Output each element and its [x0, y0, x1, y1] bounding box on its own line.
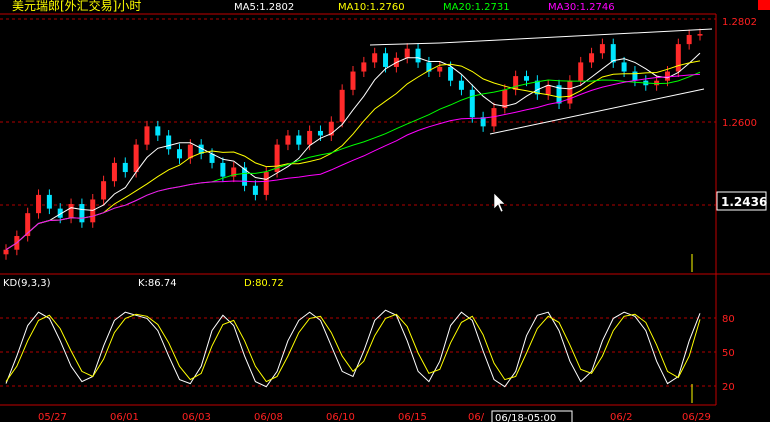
- candle-body: [621, 62, 627, 72]
- kd-k-value: K:86.74: [138, 278, 177, 289]
- candle-body: [361, 62, 367, 72]
- candle-body: [458, 80, 464, 90]
- date-label-0603: 06/03: [182, 412, 211, 422]
- candle-body: [632, 71, 638, 81]
- trendline-upper-2: [439, 28, 713, 44]
- candle-body: [697, 34, 703, 36]
- candle-body: [383, 53, 389, 67]
- price-tick-top: 1.2802: [722, 17, 757, 28]
- candle-body: [578, 62, 584, 81]
- candle-body: [513, 76, 519, 90]
- candle-body: [285, 135, 291, 145]
- candle-body: [404, 48, 410, 58]
- candle-body: [469, 89, 475, 118]
- kd-tick-80: 80: [722, 314, 735, 325]
- candle-body: [654, 80, 660, 86]
- candle-body: [437, 66, 443, 72]
- date-label-0610: 06/10: [326, 412, 355, 422]
- candle-body: [111, 162, 117, 182]
- date-label-0601: 06/01: [110, 412, 139, 422]
- candle-body: [567, 80, 573, 104]
- ma30-line: [5, 73, 701, 251]
- candle-body: [252, 185, 258, 195]
- candle-body: [166, 135, 172, 150]
- date-label-0615: 06/15: [398, 412, 427, 422]
- candle-body: [317, 130, 323, 136]
- date-label-0608: 06/08: [254, 412, 283, 422]
- mouse-cursor-icon: [493, 192, 506, 213]
- trendline-lower: [489, 88, 705, 135]
- date-label-062-partial: 06/2: [610, 412, 632, 422]
- candle-body: [610, 44, 616, 63]
- candle-body: [68, 204, 74, 218]
- candle-body: [350, 71, 356, 90]
- kd-indicator-name: KD(9,3,3): [3, 278, 51, 289]
- date-label-0629: 06/29: [682, 412, 711, 422]
- candle-body: [220, 162, 226, 177]
- candle-body: [46, 194, 52, 209]
- ma20-value: MA20:1.2731: [443, 2, 510, 13]
- chart-canvas: 美元瑞郎[外汇交易]小时 MA5:1.2802 MA10:1.2760 MA20…: [0, 0, 770, 422]
- candle-body: [448, 66, 454, 81]
- candle-body: [144, 126, 150, 145]
- candle-body: [589, 53, 595, 63]
- candle-body: [263, 172, 269, 195]
- candle-body: [372, 53, 378, 63]
- kd-tick-50: 50: [722, 348, 735, 359]
- price-tick-mid: 1.2600: [722, 118, 757, 129]
- candle-body: [122, 162, 128, 173]
- kd-line-group: [5, 309, 701, 388]
- cursor-date-label: 06/18-05:00: [495, 413, 556, 422]
- candle-body: [101, 181, 107, 200]
- candle-body: [524, 76, 529, 81]
- ma30-value: MA30:1.2746: [548, 2, 615, 13]
- kd-tick-20: 20: [722, 382, 735, 393]
- date-label-06-partial: 06/: [468, 412, 485, 422]
- candle-body: [664, 71, 670, 81]
- candle-body: [79, 204, 85, 223]
- last-price-label: 1.2436: [721, 195, 767, 209]
- candle-body: [177, 149, 182, 159]
- chart-title: 美元瑞郎[外汇交易]小时: [12, 0, 141, 13]
- candle-body: [599, 44, 605, 54]
- candle-body: [545, 85, 551, 95]
- ma20-line: [5, 71, 701, 251]
- kd-k-line: [5, 309, 701, 388]
- kd-d-line: [5, 313, 701, 383]
- candle-body: [133, 144, 139, 173]
- candle-body: [3, 249, 9, 255]
- candle-body: [686, 34, 692, 45]
- candle-body: [307, 130, 313, 145]
- candle-body: [155, 126, 161, 136]
- candle-body: [296, 135, 302, 145]
- candlestick-group: [3, 28, 703, 260]
- window-control-icon[interactable]: [758, 0, 770, 10]
- ma5-value: MA5:1.2802: [234, 2, 294, 13]
- date-label-0527: 05/27: [38, 412, 67, 422]
- ma10-value: MA10:1.2760: [338, 2, 405, 13]
- candle-body: [415, 48, 421, 63]
- trendline-upper-1: [369, 42, 441, 46]
- candle-body: [339, 89, 345, 122]
- kd-d-value: D:80.72: [244, 278, 284, 289]
- candle-body: [675, 44, 681, 72]
- candle-body: [36, 194, 42, 214]
